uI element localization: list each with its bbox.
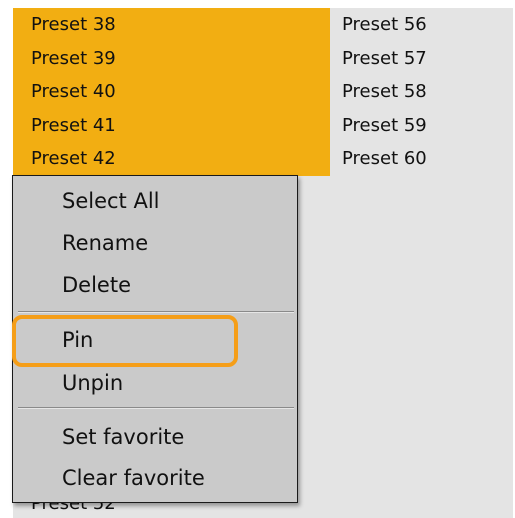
context-menu: Select All Rename Delete Pin Unpin Set f…	[12, 175, 298, 503]
preset-row-selected[interactable]: Preset 42	[13, 142, 330, 176]
preset-column-right: Preset 56 Preset 57 Preset 58 Preset 59 …	[330, 8, 510, 176]
preset-row[interactable]: Preset 58	[330, 75, 510, 109]
preset-row[interactable]: Preset 59	[330, 109, 510, 143]
preset-column-left: Preset 38 Preset 39 Preset 40 Preset 41 …	[13, 8, 330, 176]
menu-item-rename[interactable]: Rename	[13, 223, 297, 263]
menu-item-clear-favorite[interactable]: Clear favorite	[13, 458, 297, 498]
preset-row[interactable]: Preset 60	[330, 142, 510, 176]
menu-item-set-favorite[interactable]: Set favorite	[13, 417, 297, 457]
preset-row[interactable]: Preset 57	[330, 42, 510, 76]
preset-row[interactable]: Preset 56	[330, 8, 510, 42]
preset-browser: Preset 38 Preset 39 Preset 40 Preset 41 …	[0, 0, 515, 518]
menu-separator	[18, 311, 294, 313]
menu-item-pin[interactable]: Pin	[13, 320, 297, 360]
preset-row-selected[interactable]: Preset 38	[13, 8, 330, 42]
menu-item-delete[interactable]: Delete	[13, 265, 297, 305]
preset-row-selected[interactable]: Preset 39	[13, 42, 330, 76]
menu-item-select-all[interactable]: Select All	[13, 181, 297, 221]
menu-item-unpin[interactable]: Unpin	[13, 363, 297, 403]
preset-row-selected[interactable]: Preset 40	[13, 75, 330, 109]
menu-separator	[18, 407, 294, 409]
preset-row-selected[interactable]: Preset 41	[13, 109, 330, 143]
